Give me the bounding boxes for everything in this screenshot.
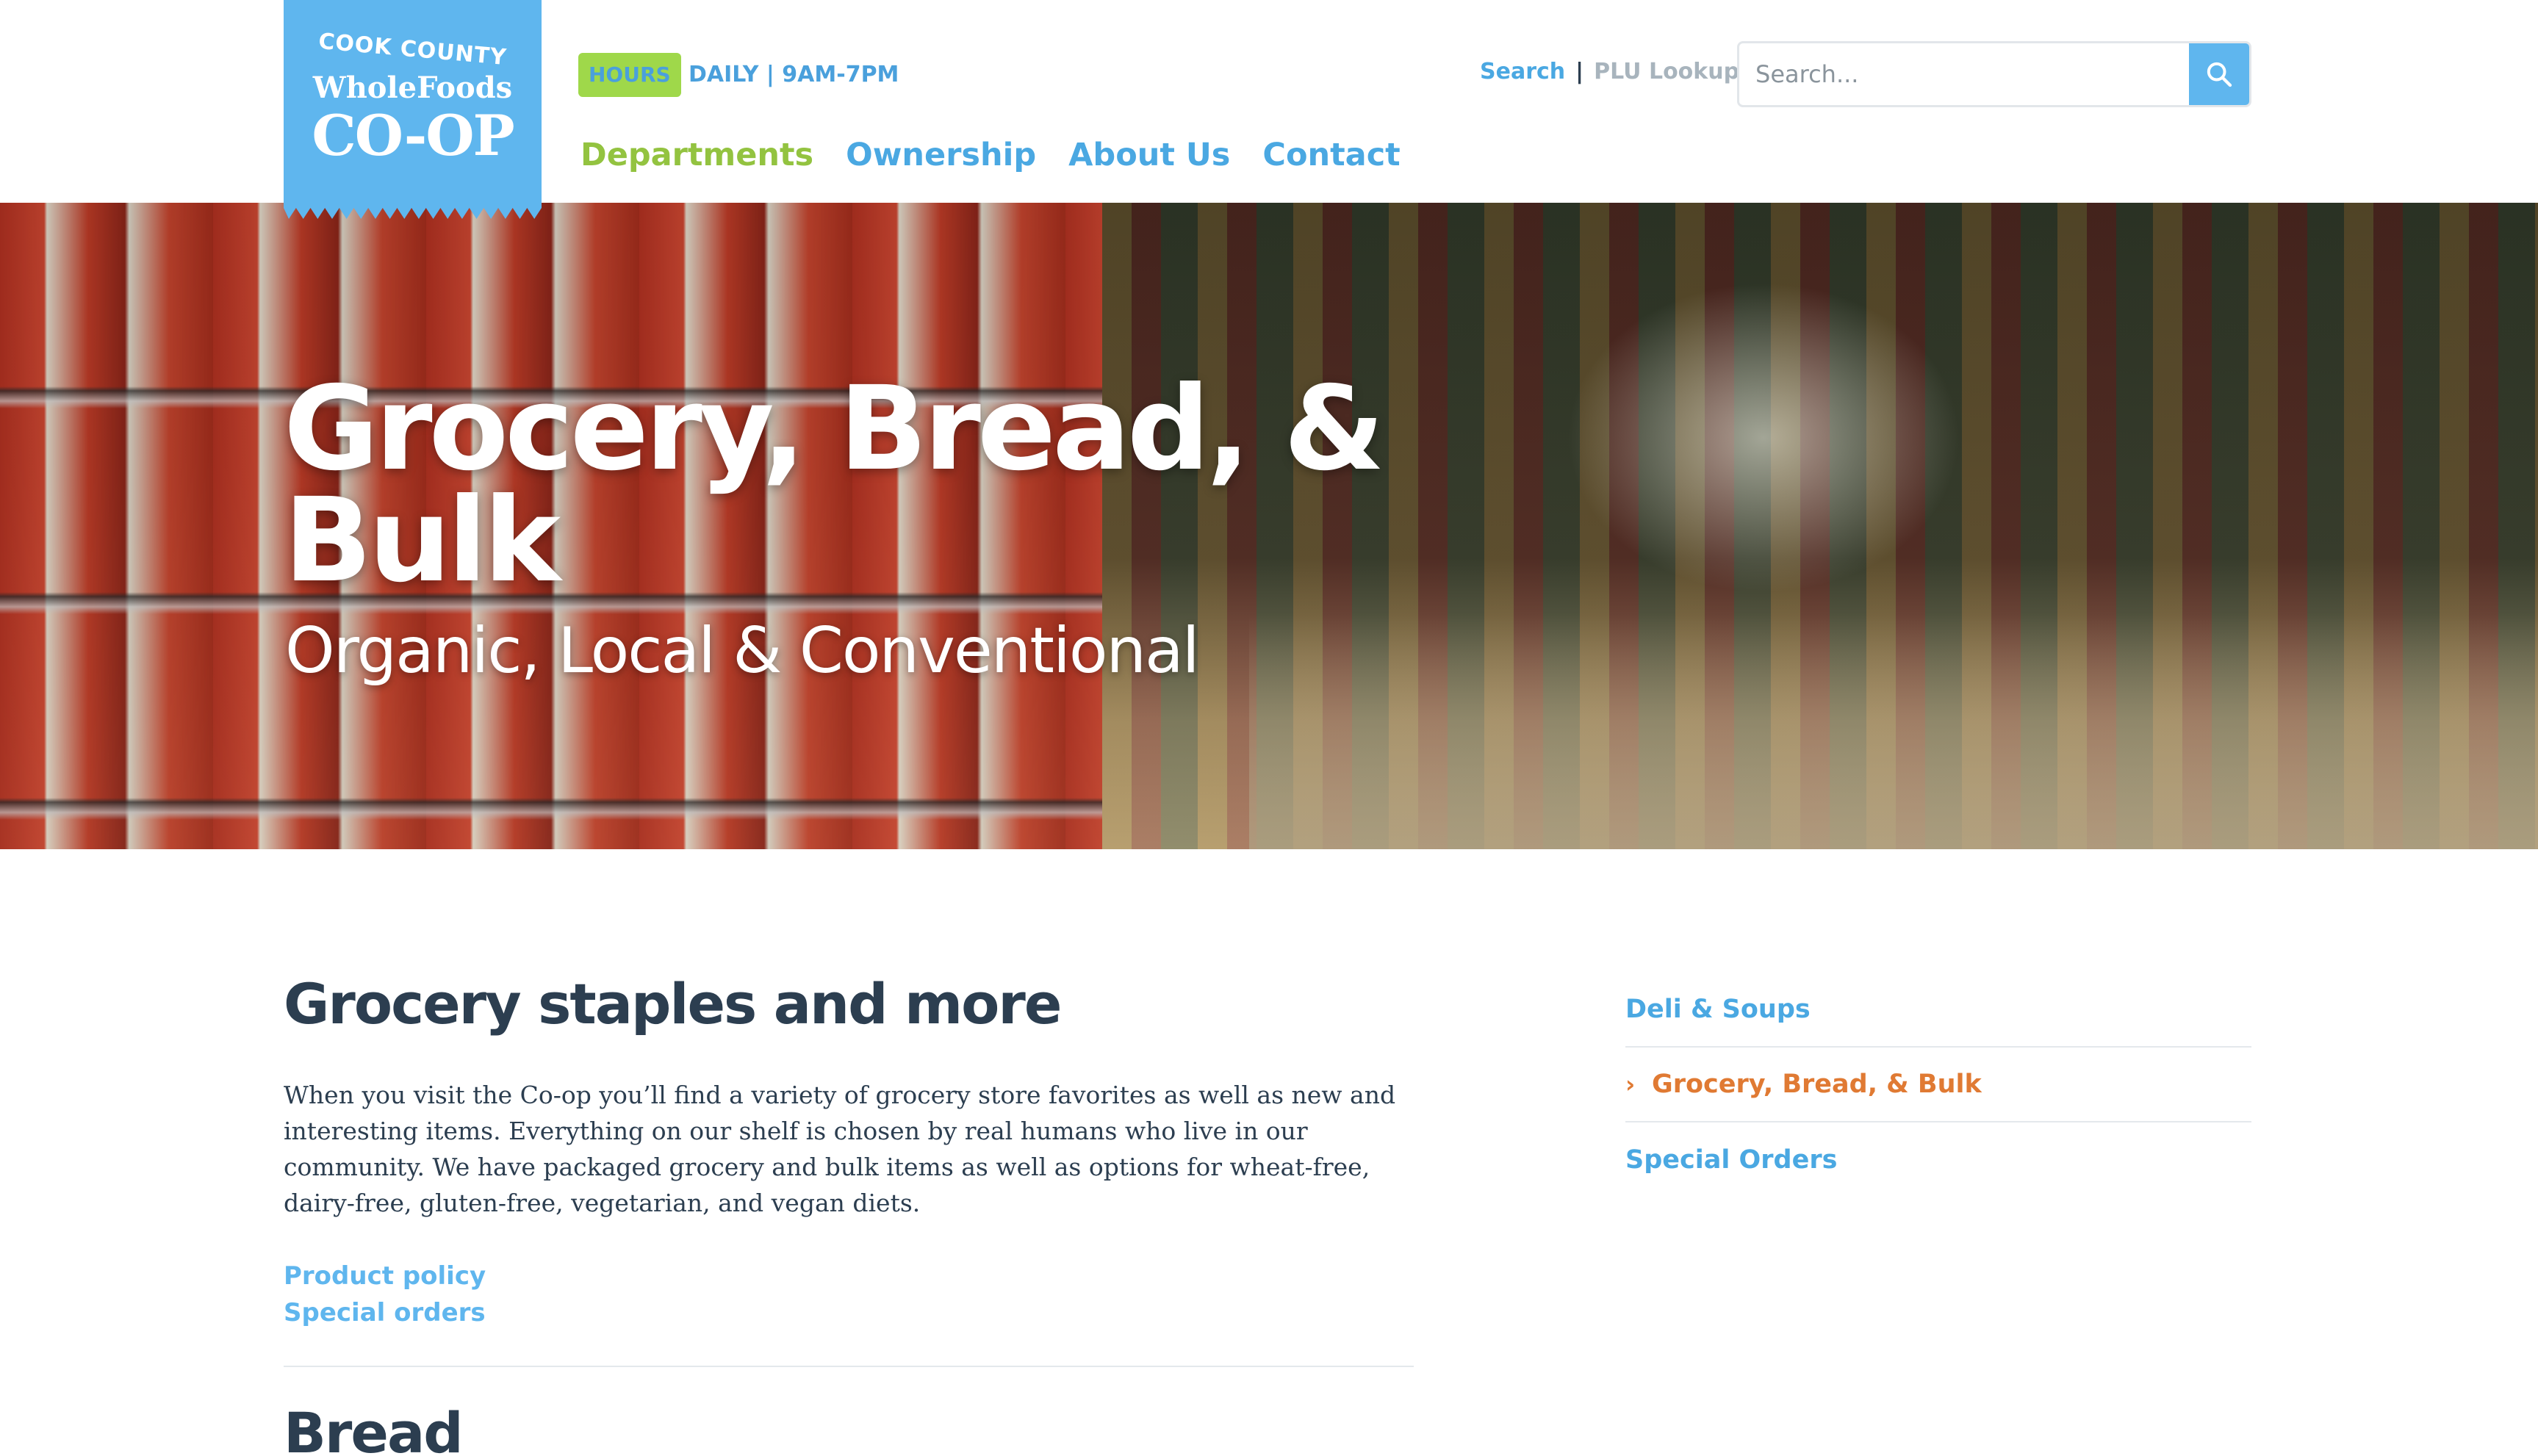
hours-badge: HOURS (578, 53, 681, 97)
site-header: COOK COUNTY WholeFoods CO-OP HOURS DAILY… (0, 0, 2538, 219)
logo-line-coop: CO-OP (312, 103, 514, 168)
search-link[interactable]: Search (1480, 59, 1565, 84)
hours-text: DAILY | 9AM-7PM (689, 62, 899, 87)
hero-floor (1249, 614, 2538, 849)
search-button[interactable] (2189, 43, 2249, 105)
special-orders-link[interactable]: Special orders (284, 1294, 486, 1331)
hero-banner: Grocery, Bread, & Bulk Organic, Local & … (0, 203, 2538, 849)
sidebar-item-deli-soups[interactable]: Deli & Soups (1625, 973, 2251, 1048)
nav-contact[interactable]: Contact (1262, 137, 1400, 173)
search-icon (2207, 62, 2232, 87)
utility-links: Search | PLU Lookup (1480, 59, 1739, 84)
page-subtitle: Organic, Local & Conventional (285, 614, 1200, 688)
intro-paragraph: When you visit the Co-op you’ll find a v… (284, 1081, 1396, 1217)
section-divider (284, 1366, 1414, 1367)
chevron-right-icon: › (1625, 1070, 1636, 1098)
related-links: Product policy Special orders (284, 1258, 486, 1331)
utility-separator: | (1575, 59, 1584, 84)
site-logo[interactable]: COOK COUNTY WholeFoods CO-OP (284, 0, 542, 219)
bread-heading: Bread (284, 1400, 464, 1456)
page-title: Grocery, Bread, & Bulk (284, 361, 1385, 608)
sidebar-item-label: Grocery, Bread, & Bulk (1652, 1070, 1982, 1099)
logo-line-wholefoods: WholeFoods (312, 71, 513, 105)
search-input[interactable] (1739, 43, 2191, 105)
sidebar-item-grocery-bread-bulk[interactable]: › Grocery, Bread, & Bulk (1625, 1048, 2251, 1122)
nav-ownership[interactable]: Ownership (846, 137, 1036, 173)
section-heading: Grocery staples and more (284, 971, 1062, 1037)
nav-about-us[interactable]: About Us (1068, 137, 1230, 173)
product-policy-link[interactable]: Product policy (284, 1258, 486, 1294)
department-sidebar: Deli & Soups › Grocery, Bread, & Bulk Sp… (1625, 973, 2251, 1197)
plu-lookup-link[interactable]: PLU Lookup (1594, 59, 1739, 84)
main-nav: Departments Ownership About Us Contact (580, 137, 1401, 173)
nav-departments[interactable]: Departments (580, 137, 813, 173)
logo-line-county: COOK COUNTY (317, 28, 508, 71)
search-box (1737, 41, 2251, 107)
sidebar-item-label: Special Orders (1625, 1145, 1838, 1175)
sidebar-item-label: Deli & Soups (1625, 995, 1811, 1024)
sidebar-item-special-orders[interactable]: Special Orders (1625, 1122, 2251, 1197)
